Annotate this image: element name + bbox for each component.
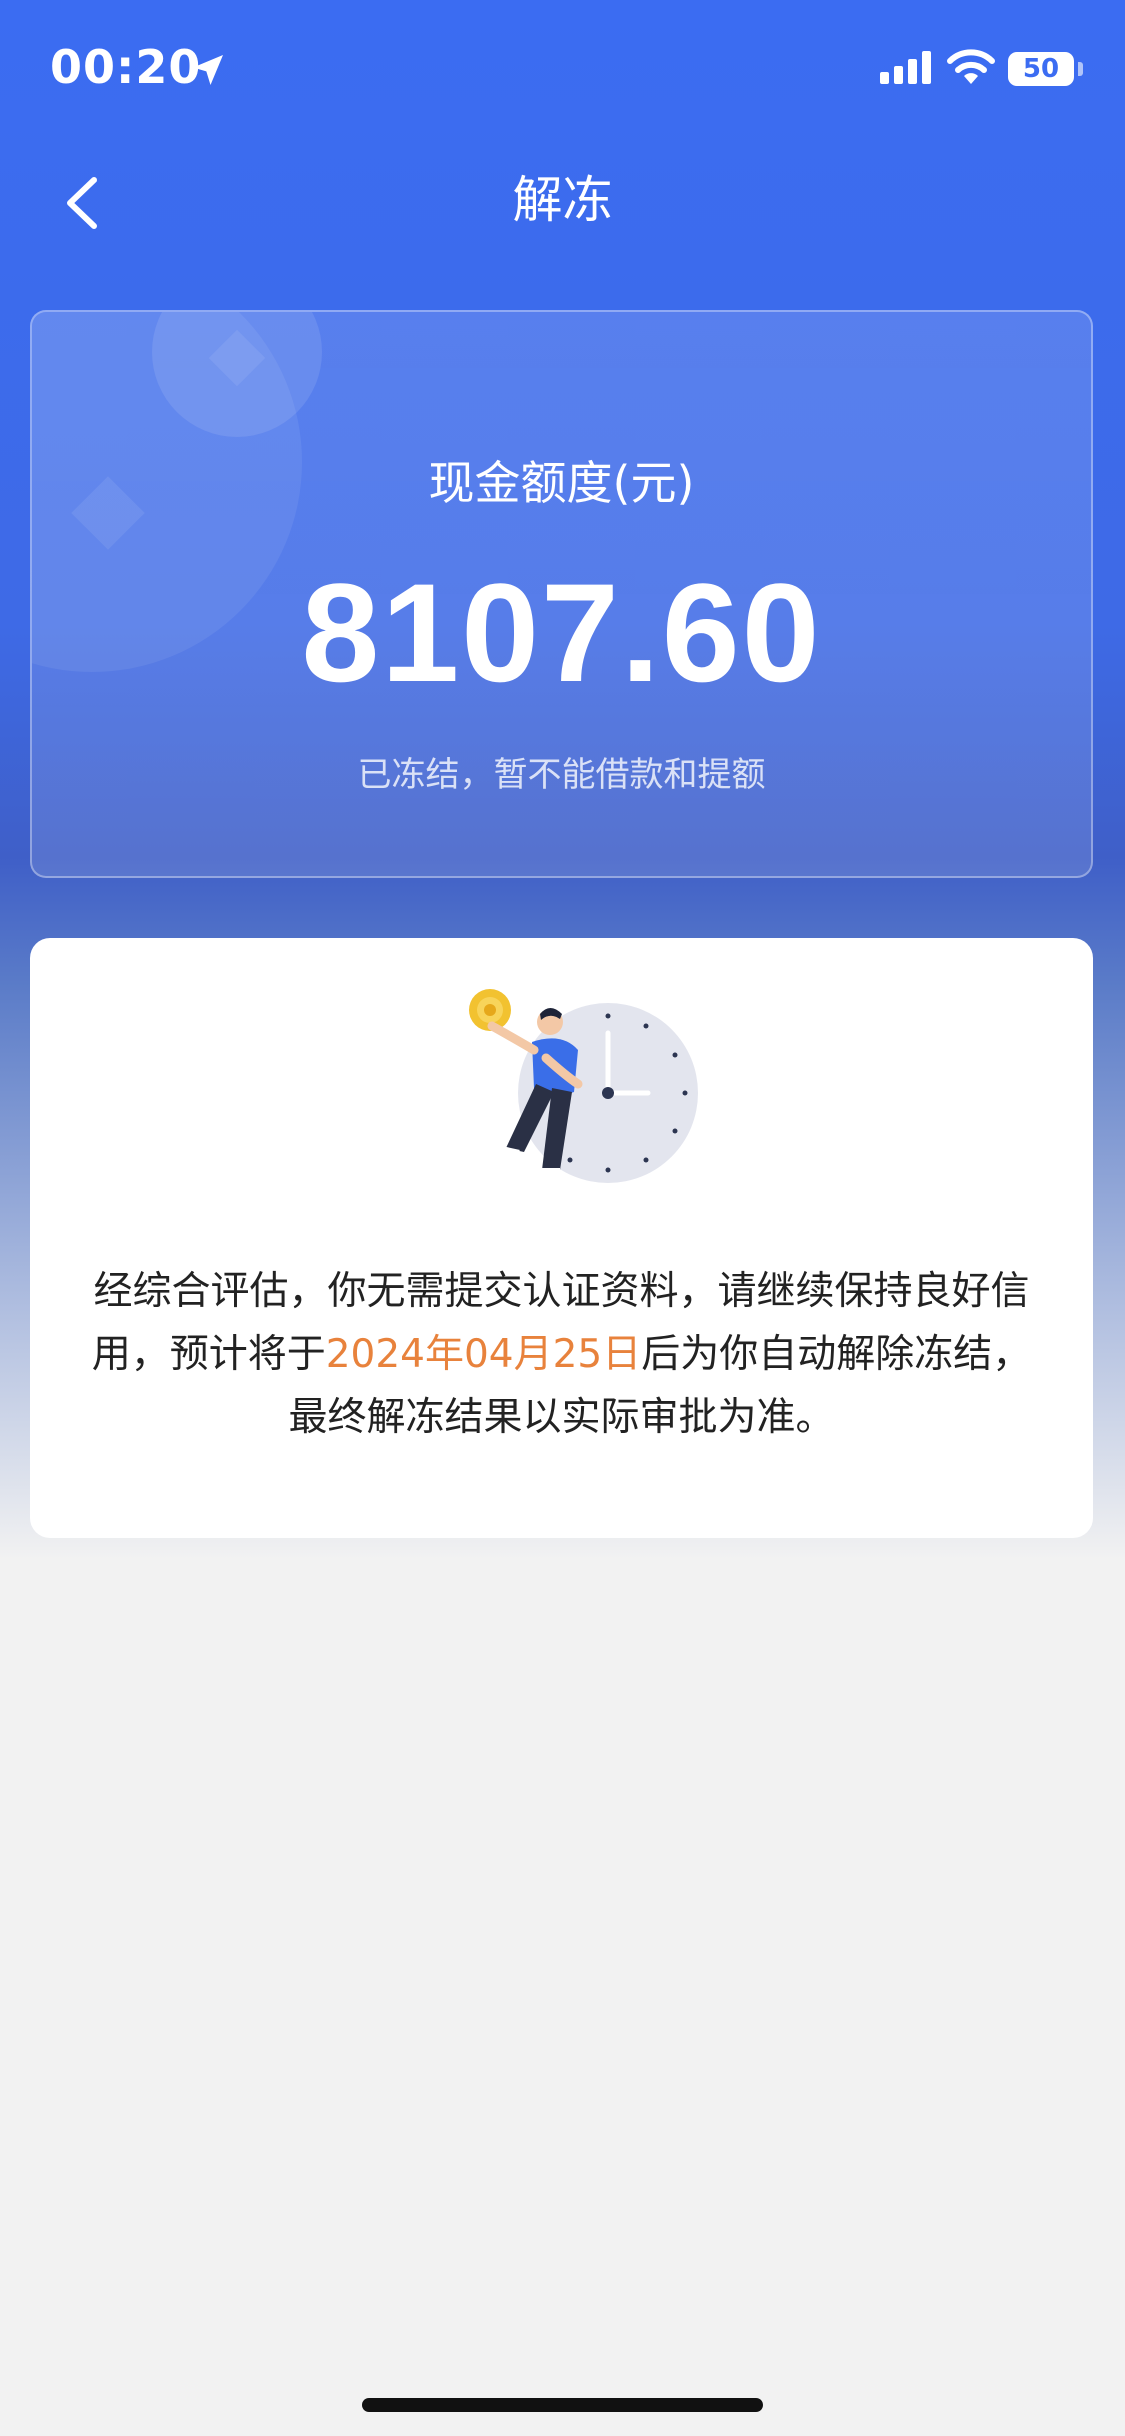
- battery-tip: [1078, 62, 1083, 76]
- info-text: 经综合评估，你无需提交认证资料，请继续保持良好信用，预计将于2024年04月25…: [80, 1260, 1043, 1449]
- wifi-icon: [947, 49, 995, 84]
- status-bar: 00:20 50: [0, 0, 1125, 140]
- page-title: 解冻: [512, 171, 613, 229]
- info-card: 经综合评估，你无需提交认证资料，请继续保持良好信用，预计将于2024年04月25…: [30, 938, 1093, 1538]
- clock-person-illustration: [469, 989, 698, 1183]
- location-arrow-icon: [193, 55, 223, 85]
- quota-label: 现金额度(元): [428, 456, 695, 510]
- nav-bar: 解冻: [0, 150, 1125, 250]
- home-indicator[interactable]: [362, 2398, 763, 2412]
- status-time: 00:20: [50, 40, 202, 94]
- quota-status: 已冻结，暂不能借款和提额: [357, 755, 766, 795]
- signal-icon: [880, 50, 932, 84]
- quota-amount: 8107.60: [301, 554, 822, 711]
- battery-icon: 50: [1008, 52, 1074, 86]
- unfreeze-date: 2024年04月25日: [325, 1332, 642, 1377]
- quota-card: 现金额度(元) 8107.60 已冻结，暂不能借款和提额: [30, 310, 1093, 878]
